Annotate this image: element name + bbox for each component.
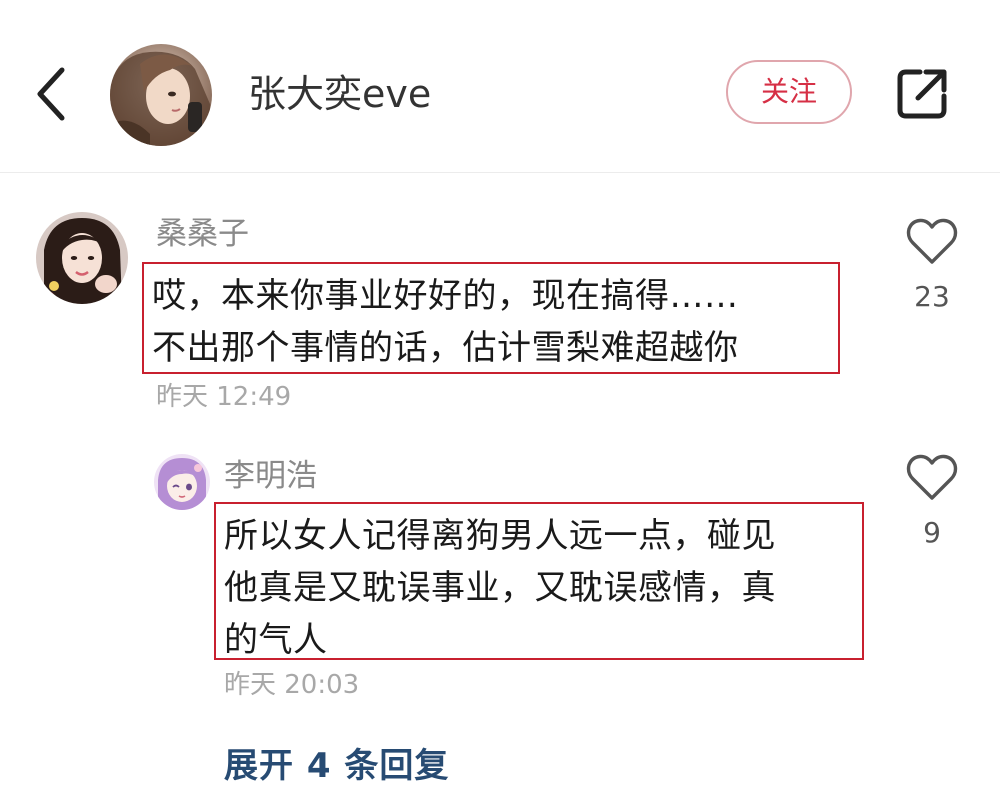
comment-line: 哎，本来你事业好好的，现在搞得…… — [152, 276, 739, 316]
author-avatar[interactable] — [110, 44, 212, 146]
commenter-name[interactable]: 李明浩 — [224, 456, 317, 496]
like-count: 23 — [914, 280, 950, 313]
like-count: 9 — [923, 516, 941, 549]
comment-line: 所以女人记得离狗男人远一点，碰见 — [224, 516, 776, 556]
comment-line: 他真是又耽误事业，又耽误感情，真 — [224, 568, 776, 608]
comment-timestamp: 昨天 20:03 — [224, 670, 360, 700]
commenter-avatar[interactable] — [36, 212, 128, 304]
comment-line: 不出那个事情的话，估计雪梨难超越你 — [152, 328, 739, 368]
commenter-name[interactable]: 桑桑子 — [156, 214, 249, 254]
share-icon — [897, 69, 947, 119]
comment-timestamp: 昨天 12:49 — [156, 382, 292, 412]
like-button[interactable] — [906, 454, 958, 502]
chevron-left-icon — [37, 67, 65, 121]
share-button[interactable] — [894, 66, 950, 122]
expand-replies-link[interactable]: 展开 4 条回复 — [224, 744, 449, 788]
comment-line: 的气人 — [224, 620, 328, 660]
author-name: 张大奕eve — [248, 72, 432, 116]
heart-outline-icon — [906, 454, 958, 500]
comment-text[interactable]: 哎，本来你事业好好的，现在搞得…… 不出那个事情的话，估计雪梨难超越你 — [142, 262, 840, 374]
commenter-avatar[interactable] — [154, 454, 210, 510]
like-button[interactable] — [906, 218, 958, 266]
heart-outline-icon — [906, 218, 958, 264]
top-bar: 张大奕eve 关注 — [0, 0, 1000, 173]
follow-button[interactable]: 关注 — [726, 60, 852, 124]
comment-text[interactable]: 所以女人记得离狗男人远一点，碰见 他真是又耽误事业，又耽误感情，真 的气人 — [214, 502, 864, 660]
back-button[interactable] — [30, 62, 74, 126]
